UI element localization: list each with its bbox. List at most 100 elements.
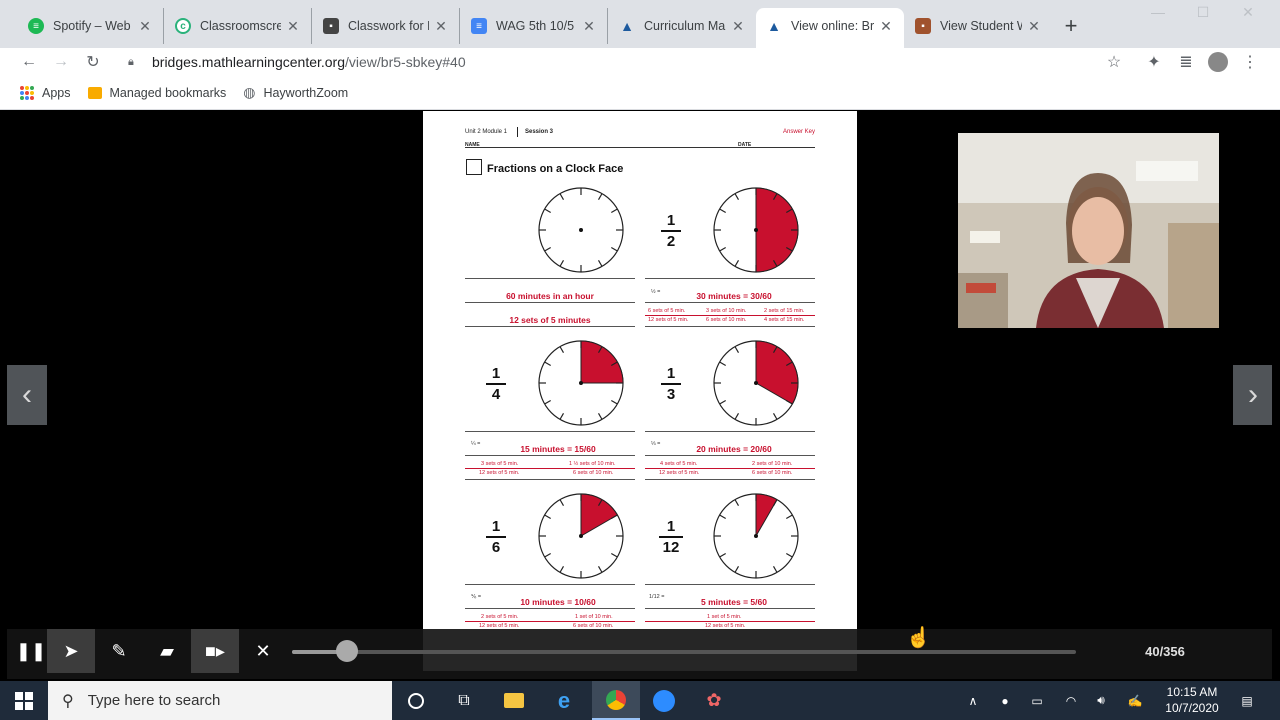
tab-wag-doc[interactable]: ≡ WAG 5th 10/5 ✕ [461,8,608,44]
tab-close-icon[interactable]: ✕ [137,18,153,35]
notifications-icon[interactable]: ▤ [1236,681,1258,720]
system-clock[interactable]: 10:15 AM 10/7/2020 [1155,684,1229,716]
clock-center [754,381,758,385]
clock-half [713,187,799,273]
menu-icon[interactable]: ⋮ [1238,50,1262,74]
folder-icon [504,693,524,708]
tab-classroomscreen[interactable]: c Classroomscree ✕ [165,8,312,44]
chrome-button[interactable] [592,681,640,720]
profile-avatar[interactable] [1206,50,1230,74]
wifi-icon[interactable]: ◠ [1060,681,1082,720]
clock-twelfth [713,493,799,579]
media-control-icon[interactable]: ≣ [1174,50,1198,74]
camera-button[interactable]: ■▸ [191,629,239,673]
mlc-icon: ▲ [620,18,634,34]
tab-spotify[interactable]: ≡ Spotify – Web P ✕ [18,8,164,44]
worksheet-page: Unit 2 Module 1 Session 3 Answer Key NAM… [423,111,857,671]
fraction-quarter: 14 [486,366,506,402]
forward-icon[interactable]: → [49,50,73,74]
clock-sixth [538,493,624,579]
tab-close-icon[interactable]: ✕ [285,18,301,35]
task-view-button[interactable]: ⧉ [440,681,488,720]
windows-logo-icon [15,691,33,710]
fraction-half: 12 [661,213,681,249]
webcam-video [958,133,1219,328]
fraction-twelfth: 1 12 [659,519,683,555]
mlc-icon: ▲ [767,18,781,34]
page-counter: 40/356 [1145,644,1185,659]
bookmark-managed[interactable]: Managed bookmarks [87,86,226,100]
clock-center [754,534,758,538]
url-host: bridges.mathlearningcenter.org [152,54,346,70]
search-icon: ⚲ [62,692,74,710]
docs-icon: ≡ [471,18,487,34]
progress-handle[interactable] [336,640,358,662]
task-view-icon: ⧉ [458,691,470,709]
edge-button[interactable]: e [540,681,588,720]
webcam-overlay[interactable] [958,133,1219,328]
battery-icon[interactable]: ▭ [1026,681,1048,720]
paint-app-button[interactable]: ✿ [690,681,738,720]
show-hidden-icons[interactable]: ∧ [962,681,984,720]
close-window-icon[interactable]: ✕ [1238,4,1258,21]
half-answer: 30 minutes = 30/60 [696,291,772,301]
whole-hour-answer: 60 minutes in an hour [506,291,594,301]
tab-close-icon[interactable]: ✕ [1026,18,1042,35]
highlighter-tool-button[interactable]: ▰ [143,629,191,673]
start-button[interactable] [0,681,48,720]
minimize-icon[interactable]: — [1148,4,1168,20]
clock-center [754,228,758,232]
tab-view-student[interactable]: ▪ View Student W ✕ [905,8,1052,44]
new-tab-button[interactable]: + [1058,13,1084,39]
tab-classwork[interactable]: ▪ Classwork for H ✕ [313,8,460,44]
sixth-answer: 10 minutes = 10/60 [520,597,596,607]
file-explorer-button[interactable] [490,681,538,720]
pause-icon: ❚❚ [15,640,47,661]
pen-tool-button[interactable]: ✎ [95,629,143,673]
zoom-button[interactable] [640,681,688,720]
tab-close-icon[interactable]: ✕ [581,18,597,35]
cortana-button[interactable] [392,681,440,720]
bookmark-apps[interactable]: Apps [20,85,71,100]
bookmark-star-icon[interactable]: ☆ [1102,50,1126,74]
tab-close-icon[interactable]: ✕ [878,18,894,35]
quarter-answer: 15 minutes = 15/60 [520,444,596,454]
tab-curriculum[interactable]: ▲ Curriculum Ma ✕ [609,8,756,44]
close-toolbar-button[interactable]: ✕ [239,629,287,673]
maximize-icon[interactable]: ☐ [1193,4,1213,21]
progress-track[interactable] [292,650,1076,654]
windows-taskbar: ⚲ Type here to search ⧉ e ✿ ∧ ● ▭ ◠ 🔊︎ ✍… [0,681,1280,720]
back-icon[interactable]: ← [17,50,41,74]
hand-cursor-icon: ☝ [906,627,931,649]
volume-icon[interactable]: 🔊︎ [1090,681,1112,720]
student-work-icon: ▪ [915,18,931,34]
playback-toolbar: ❚❚ ➤ ✎ ▰ ■▸ ✕ 40/356 [7,629,1272,679]
pointer-tool-button[interactable]: ➤ [47,629,95,673]
pen-icon: ✎ [111,640,127,661]
session-label: Session 3 [525,129,554,135]
pen-workspace-icon[interactable]: ✍ [1124,681,1146,720]
taskbar-search-input[interactable]: ⚲ Type here to search [48,681,392,720]
next-page-button[interactable]: › [1233,365,1272,425]
address-bar[interactable]: 🔒︎ bridges.mathlearningcenter.org/view/b… [116,48,1140,76]
globe-icon: ◍ [243,84,256,100]
paint-icon: ✿ [706,690,722,710]
tab-close-icon[interactable]: ✕ [730,18,746,35]
camera-icon: ■▸ [205,640,225,661]
tab-strip: ≡ Spotify – Web P ✕ c Classroomscree ✕ ▪… [0,0,1280,48]
close-icon: ✕ [255,640,271,661]
bookmark-hayworthzoom[interactable]: ◍ HayworthZoom [243,84,348,101]
reload-icon[interactable]: ↻ [81,50,105,74]
cortana-icon [408,692,424,709]
url-path: /view/br5-sbkey#40 [345,54,466,70]
tab-view-online[interactable]: ▲ View online: Bri ✕ [756,8,904,48]
tab-close-icon[interactable]: ✕ [433,18,449,35]
third-answer: 20 minutes = 20/60 [696,444,772,454]
microphone-icon[interactable]: ● [996,681,1014,720]
internet-explorer-icon: e [557,687,571,713]
answer-key-label: Answer Key [783,129,816,135]
extensions-icon[interactable]: ✦ [1142,50,1166,74]
previous-page-button[interactable]: ‹ [7,365,47,425]
magnifier-icon [466,159,482,175]
worksheet-title: Fractions on a Clock Face [487,163,624,175]
